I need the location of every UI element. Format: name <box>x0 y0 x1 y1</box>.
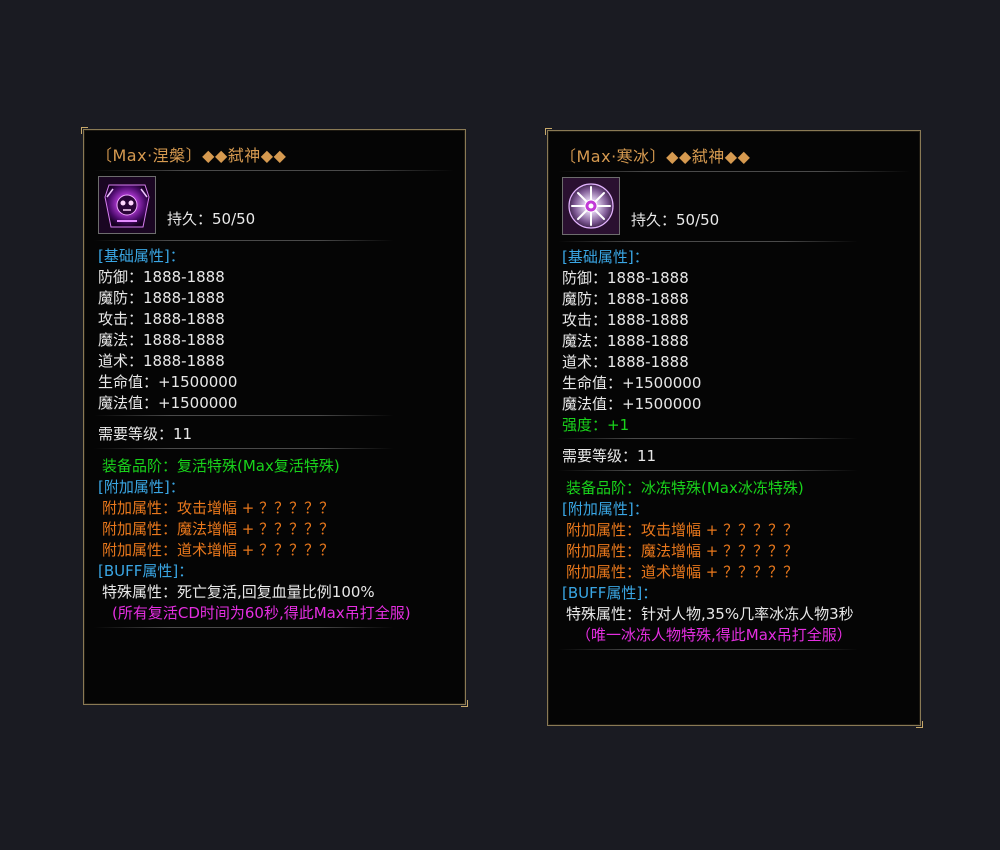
level-section: 需要等级：11 <box>98 424 192 445</box>
special-attribute: 特殊属性：针对人物,35%几率冰冻人物3秒 <box>566 605 854 623</box>
divider <box>558 470 858 471</box>
base-attributes-header: [基础属性]： <box>562 248 649 266</box>
stat-mp: 魔法值：+1500000 <box>562 395 702 413</box>
stat-magic: 魔法：1888-1888 <box>562 332 689 350</box>
extra-attributes-header: [附加属性]： <box>98 478 185 496</box>
item-icon-slot[interactable] <box>562 177 620 235</box>
level-section: 需要等级：11 <box>562 446 656 467</box>
divider <box>94 448 394 449</box>
extra-taoism-boost: 附加属性：道术增幅 + ？？？？？ <box>566 563 799 581</box>
extra-attack-boost: 附加属性：攻击增幅 + ？？？？？ <box>566 521 799 539</box>
stat-hp: 生命值：+1500000 <box>562 374 702 392</box>
item-icon-slot[interactable] <box>98 176 156 234</box>
extra-attributes-header: [附加属性]： <box>562 500 649 518</box>
special-note: （唯一冰冻人物特殊,得此Max吊打全服） <box>576 626 852 644</box>
divider <box>94 415 394 416</box>
extra-magic-boost: 附加属性：魔法增幅 + ？？？？？ <box>102 520 335 538</box>
buff-attributes-header: [BUFF属性]： <box>98 562 194 580</box>
divider <box>558 649 858 650</box>
stat-strength: 强度：+1 <box>562 416 630 434</box>
ice-snowflake-medal-icon <box>563 178 619 234</box>
divider <box>94 170 454 171</box>
divider <box>558 438 858 439</box>
item-tooltip-frost: 〔Max·寒冰〕◆◆弑神◆◆ 持久：50/50 [基础属性]： 防御：1888-… <box>545 128 923 728</box>
stat-defense: 防御：1888-1888 <box>98 268 225 286</box>
extra-section: 装备品阶：冰冻特殊(Max冰冻特殊) [附加属性]： 附加属性：攻击增幅 + ？… <box>562 478 854 646</box>
base-stats-section: [基础属性]： 防御：1888-1888 魔防：1888-1888 攻击：188… <box>98 246 237 414</box>
stat-defense: 防御：1888-1888 <box>562 269 689 287</box>
stat-magic: 魔法：1888-1888 <box>98 331 225 349</box>
base-attributes-header: [基础属性]： <box>98 247 185 265</box>
stat-taoism: 道术：1888-1888 <box>562 353 689 371</box>
durability-text: 持久：50/50 <box>631 211 720 229</box>
divider <box>558 171 910 172</box>
stat-attack: 攻击：1888-1888 <box>98 310 225 328</box>
special-attribute: 特殊属性：死亡复活,回复血量比例100% <box>102 583 375 601</box>
divider <box>94 240 394 241</box>
item-title: 〔Max·涅槃〕◆◆弑神◆◆ <box>96 146 287 165</box>
required-level: 需要等级：11 <box>562 447 657 465</box>
required-level: 需要等级：11 <box>98 425 193 443</box>
extra-section: 装备品阶：复活特殊(Max复活特殊) [附加属性]： 附加属性：攻击增幅 + ？… <box>98 456 411 624</box>
stat-hp: 生命值：+1500000 <box>98 373 238 391</box>
divider <box>558 241 858 242</box>
equipment-grade: 装备品阶：冰冻特殊(Max冰冻特殊) <box>566 479 804 497</box>
extra-attack-boost: 附加属性：攻击增幅 + ？？？？？ <box>102 499 335 517</box>
buff-attributes-header: [BUFF属性]： <box>562 584 658 602</box>
divider <box>94 627 394 628</box>
extra-magic-boost: 附加属性：魔法增幅 + ？？？？？ <box>566 542 799 560</box>
item-title: 〔Max·寒冰〕◆◆弑神◆◆ <box>560 147 751 166</box>
base-stats-section: [基础属性]： 防御：1888-1888 魔防：1888-1888 攻击：188… <box>562 247 701 436</box>
special-note: (所有复活CD时间为60秒,得此Max吊打全服) <box>112 604 411 622</box>
equipment-grade: 装备品阶：复活特殊(Max复活特殊) <box>102 457 340 475</box>
stat-magic-defense: 魔防：1888-1888 <box>98 289 225 307</box>
extra-taoism-boost: 附加属性：道术增幅 + ？？？？？ <box>102 541 335 559</box>
stat-taoism: 道术：1888-1888 <box>98 352 225 370</box>
durability-text: 持久：50/50 <box>167 210 256 228</box>
item-tooltip-nirvana: 〔Max·涅槃〕◆◆弑神◆◆ 持久：50/50 [基础属性]： 防御：1888-… <box>81 127 468 707</box>
stat-mp: 魔法值：+1500000 <box>98 394 238 412</box>
stat-attack: 攻击：1888-1888 <box>562 311 689 329</box>
stat-magic-defense: 魔防：1888-1888 <box>562 290 689 308</box>
purple-skull-medal-icon <box>99 177 155 233</box>
